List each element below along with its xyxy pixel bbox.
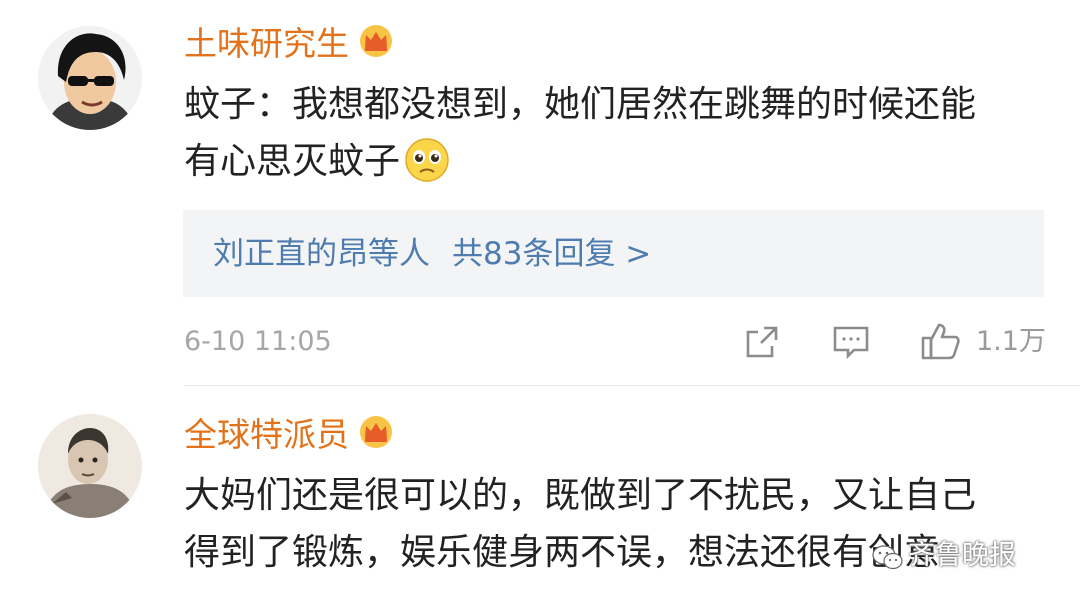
reply-count-link[interactable]: 共83条回复 > (452, 236, 651, 272)
comment-timestamp: 6-10 11:05 (184, 326, 332, 357)
pitiful-face-emoji-icon (404, 137, 450, 200)
crown-icon (357, 24, 395, 67)
user-avatar[interactable] (38, 414, 142, 518)
reply-users[interactable]: 刘正直的昂等人 (213, 236, 430, 272)
share-icon[interactable] (744, 324, 780, 364)
username[interactable]: 全球特派员 (184, 415, 395, 458)
avatar-cartoon-face-icon (38, 26, 142, 130)
watermark: 齐鲁晚报 (872, 534, 1016, 578)
comment-text-line: 有心思灭蚊子 (184, 133, 1054, 200)
comment-text-line: 蚊子：我想都没想到，她们居然在跳舞的时候还能 (184, 84, 977, 125)
comment-text-line-content: 有心思灭蚊子 (184, 141, 401, 182)
username[interactable]: 土味研究生 (184, 24, 395, 67)
username-text[interactable]: 土味研究生 (184, 24, 349, 63)
like-count: 1.1万 (976, 326, 1046, 357)
username-text[interactable]: 全球特派员 (184, 415, 349, 454)
reply-preview-box[interactable]: 刘正直的昂等人 共83条回复 > (183, 210, 1044, 297)
watermark-text: 齐鲁晚报 (908, 540, 1016, 571)
comment-text-line: 大妈们还是很可以的，既做到了不扰民，又让自己 (184, 475, 977, 516)
thumbs-up-icon[interactable] (920, 321, 962, 365)
comment-divider (184, 385, 1080, 386)
reply-preview-text[interactable]: 刘正直的昂等人 共83条回复 > (213, 234, 651, 274)
user-avatar[interactable] (38, 26, 142, 130)
comment-icon[interactable] (832, 324, 870, 364)
comment-text: 蚊子：我想都没想到，她们居然在跳舞的时候还能 有心思灭蚊子 (184, 76, 1054, 200)
crown-icon (357, 415, 395, 458)
avatar-sketch-portrait-icon (38, 414, 142, 518)
wechat-icon (872, 542, 904, 586)
